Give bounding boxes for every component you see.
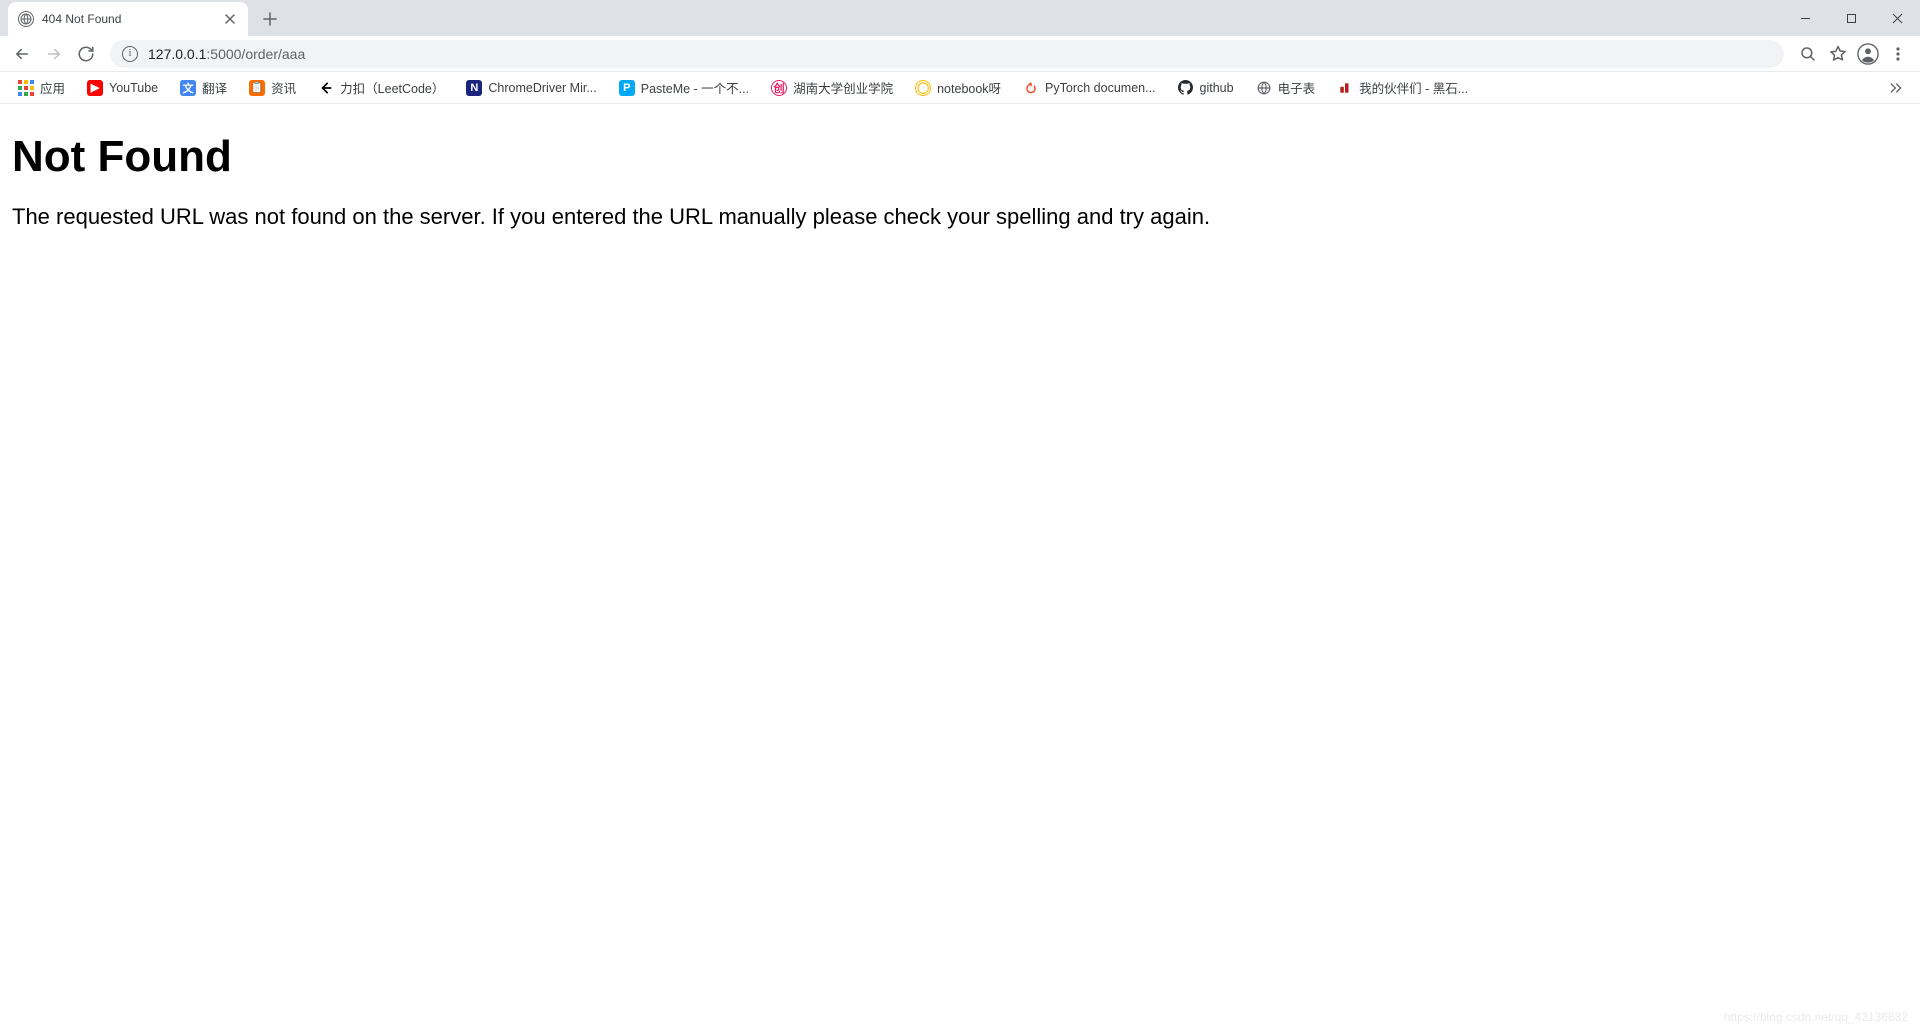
chromedriver-icon: N xyxy=(466,80,482,96)
bookmark-youtube[interactable]: ▶ YouTube xyxy=(79,76,166,100)
site-info-icon[interactable]: i xyxy=(122,46,138,62)
news-icon: 📋 xyxy=(249,80,265,96)
address-bar[interactable]: i 127.0.0.1:5000/order/aaa xyxy=(110,40,1784,68)
bookmark-partners[interactable]: 我的伙伴们 - 黑石... xyxy=(1329,74,1476,101)
close-tab-button[interactable] xyxy=(222,11,238,27)
notebook-icon: ◯ xyxy=(915,80,931,96)
url-host: 127.0.0.1 xyxy=(148,46,206,62)
bookmark-star-icon[interactable] xyxy=(1824,40,1852,68)
forward-button[interactable] xyxy=(40,40,68,68)
youtube-icon: ▶ xyxy=(87,80,103,96)
browser-tab[interactable]: 404 Not Found xyxy=(8,2,248,36)
bookmark-leetcode[interactable]: 力扣（LeetCode） xyxy=(310,74,452,101)
page-message: The requested URL was not found on the s… xyxy=(12,204,1908,230)
zoom-icon[interactable] xyxy=(1794,40,1822,68)
bookmark-label: notebook呀 xyxy=(937,78,1001,97)
bookmark-label: 湖南大学创业学院 xyxy=(793,78,893,97)
pasteme-icon: P xyxy=(619,80,635,96)
profile-avatar-icon[interactable] xyxy=(1854,40,1882,68)
close-window-button[interactable] xyxy=(1874,0,1920,36)
minimize-button[interactable] xyxy=(1782,0,1828,36)
bookmark-label: 力扣（LeetCode） xyxy=(340,78,444,97)
menu-icon[interactable] xyxy=(1884,40,1912,68)
url-path: :5000/order/aaa xyxy=(206,46,305,62)
bookmark-hnu[interactable]: 创 湖南大学创业学院 xyxy=(763,74,901,101)
bookmark-label: 资讯 xyxy=(271,78,296,97)
leetcode-icon xyxy=(318,80,334,96)
page-content: Not Found The requested URL was not foun… xyxy=(0,104,1920,258)
globe-icon xyxy=(18,11,34,27)
translate-icon: 文 xyxy=(180,80,196,96)
bookmark-translate[interactable]: 文 翻译 xyxy=(172,74,235,101)
bookmark-label: YouTube xyxy=(109,81,158,95)
bookmark-github[interactable]: github xyxy=(1170,76,1242,100)
globe-icon xyxy=(1256,80,1272,96)
bookmark-chromedriver[interactable]: N ChromeDriver Mir... xyxy=(458,76,604,100)
bookmark-label: 翻译 xyxy=(202,78,227,97)
bookmarks-bar: 应用 ▶ YouTube 文 翻译 📋 资讯 力扣（LeetCode） N Ch… xyxy=(0,72,1920,104)
github-icon xyxy=(1178,80,1194,96)
url-text: 127.0.0.1:5000/order/aaa xyxy=(148,46,1772,62)
new-tab-button[interactable] xyxy=(256,5,284,33)
bookmarks-overflow-button[interactable] xyxy=(1882,74,1910,102)
tab-strip: 404 Not Found xyxy=(0,0,1920,36)
bookmark-label: 电子表 xyxy=(1278,78,1316,97)
bookmark-label: ChromeDriver Mir... xyxy=(488,81,596,95)
apps-shortcut[interactable]: 应用 xyxy=(10,74,73,101)
bookmark-label: 我的伙伴们 - 黑石... xyxy=(1359,78,1468,97)
apps-label: 应用 xyxy=(40,78,65,97)
partners-icon xyxy=(1337,80,1353,96)
bookmark-spreadsheet[interactable]: 电子表 xyxy=(1248,74,1324,101)
toolbar-right xyxy=(1794,40,1912,68)
page-heading: Not Found xyxy=(12,132,1908,182)
bookmark-label: PasteMe - 一个不... xyxy=(641,78,749,97)
browser-toolbar: i 127.0.0.1:5000/order/aaa xyxy=(0,36,1920,72)
apps-grid-icon xyxy=(18,80,34,96)
window-controls xyxy=(1782,0,1920,36)
pytorch-icon xyxy=(1023,80,1039,96)
tab-title: 404 Not Found xyxy=(42,12,214,26)
maximize-button[interactable] xyxy=(1828,0,1874,36)
reload-button[interactable] xyxy=(72,40,100,68)
bookmark-label: github xyxy=(1200,81,1234,95)
bookmark-pasteme[interactable]: P PasteMe - 一个不... xyxy=(611,74,757,101)
bookmark-pytorch[interactable]: PyTorch documen... xyxy=(1015,76,1163,100)
bookmark-label: PyTorch documen... xyxy=(1045,81,1155,95)
bookmark-notebook[interactable]: ◯ notebook呀 xyxy=(907,74,1009,101)
back-button[interactable] xyxy=(8,40,36,68)
hnu-icon: 创 xyxy=(771,80,787,96)
watermark-text: https://blog.csdn.net/qq_42136832 xyxy=(1724,1010,1908,1024)
bookmark-news[interactable]: 📋 资讯 xyxy=(241,74,304,101)
